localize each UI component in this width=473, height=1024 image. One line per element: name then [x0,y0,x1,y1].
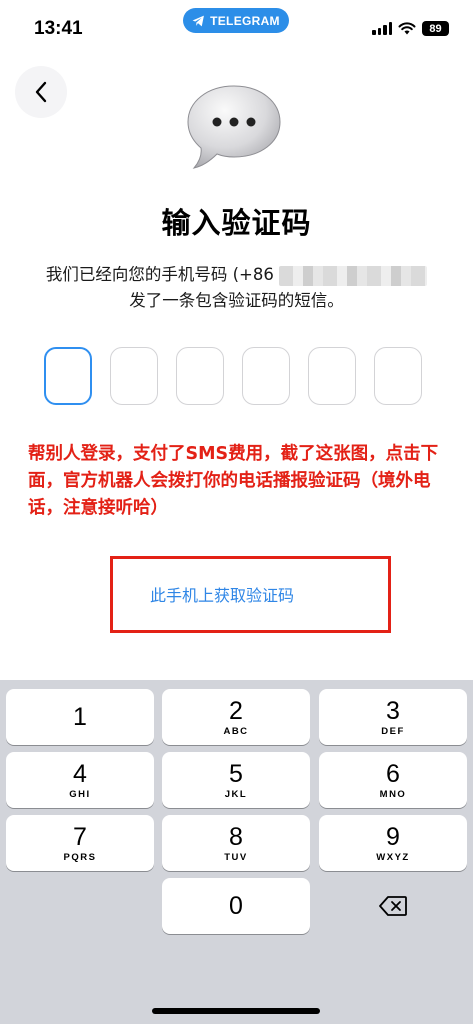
key-digit: 2 [229,696,243,725]
key-7[interactable]: 7 PQRS [6,815,154,871]
key-letters: PQRS [63,851,97,863]
key-digit: 3 [386,696,400,725]
key-2[interactable]: 2 ABC [162,689,310,745]
key-letters: ABC [223,725,249,737]
key-6[interactable]: 6 MNO [319,752,467,808]
key-digit: 1 [73,703,87,731]
page-title: 输入验证码 [161,206,312,240]
cellular-signal-icon [372,22,392,35]
key-letters: DEF [381,725,405,737]
key-digit: 6 [386,759,400,788]
instruction-text: 我们已经向您的手机号码 (+86 发了一条包含验证码的短信。 [24,262,449,314]
key-digit: 8 [229,822,243,851]
numeric-keypad: 1 2 ABC 3 DEF 4 GHI 5 JKL 6 MNO 7 PQRS 8… [0,680,473,1024]
speech-bubble-icon [187,85,281,169]
battery-icon: 89 [422,21,449,36]
key-digit: 5 [229,759,243,788]
delete-key[interactable] [319,878,467,934]
code-digit-input[interactable] [242,347,290,405]
key-digit: 9 [386,822,400,851]
key-0[interactable]: 0 [162,878,310,934]
key-1[interactable]: 1 [6,689,154,745]
code-digit-input[interactable] [374,347,422,405]
code-digit-input[interactable] [110,347,158,405]
instruction-line-1: 我们已经向您的手机号码 (+86 [45,265,274,284]
key-digit: 4 [73,759,87,788]
key-3[interactable]: 3 DEF [319,689,467,745]
pill-label: TELEGRAM [210,13,280,28]
key-letters: MNO [379,788,407,800]
backspace-icon [379,896,407,916]
key-5[interactable]: 5 JKL [162,752,310,808]
status-indicators: 89 [372,21,449,36]
key-letters: JKL [224,788,248,800]
key-8[interactable]: 8 TUV [162,815,310,871]
key-letters: TUV [224,851,248,863]
code-digit-input[interactable] [308,347,356,405]
key-letters: GHI [69,788,91,800]
instruction-line-2: 发了一条包含验证码的短信。 [129,291,344,310]
back-button[interactable] [15,66,67,118]
annotation-text: 帮别人登录，支付了SMS费用，截了这张图，点击下面，官方机器人会拨打你的电话播报… [28,444,439,518]
return-to-app-pill[interactable]: TELEGRAM [183,8,289,33]
get-code-on-this-phone-link[interactable]: 此手机上获取验证码 [150,582,294,606]
home-indicator[interactable] [152,1008,320,1014]
code-input-row [44,347,422,405]
code-digit-input[interactable] [44,347,92,405]
status-bar: 13:41 TELEGRAM 89 [0,0,473,58]
chevron-left-icon [35,81,47,103]
redacted-phone-number [279,265,428,286]
wifi-icon [398,22,416,35]
key-letters: WXYZ [376,851,410,863]
status-time: 13:41 [34,18,83,39]
key-digit: 7 [73,822,87,851]
key-4[interactable]: 4 GHI [6,752,154,808]
code-digit-input[interactable] [176,347,224,405]
key-9[interactable]: 9 WXYZ [319,815,467,871]
key-digit: 0 [229,892,243,920]
telegram-icon [192,15,205,26]
